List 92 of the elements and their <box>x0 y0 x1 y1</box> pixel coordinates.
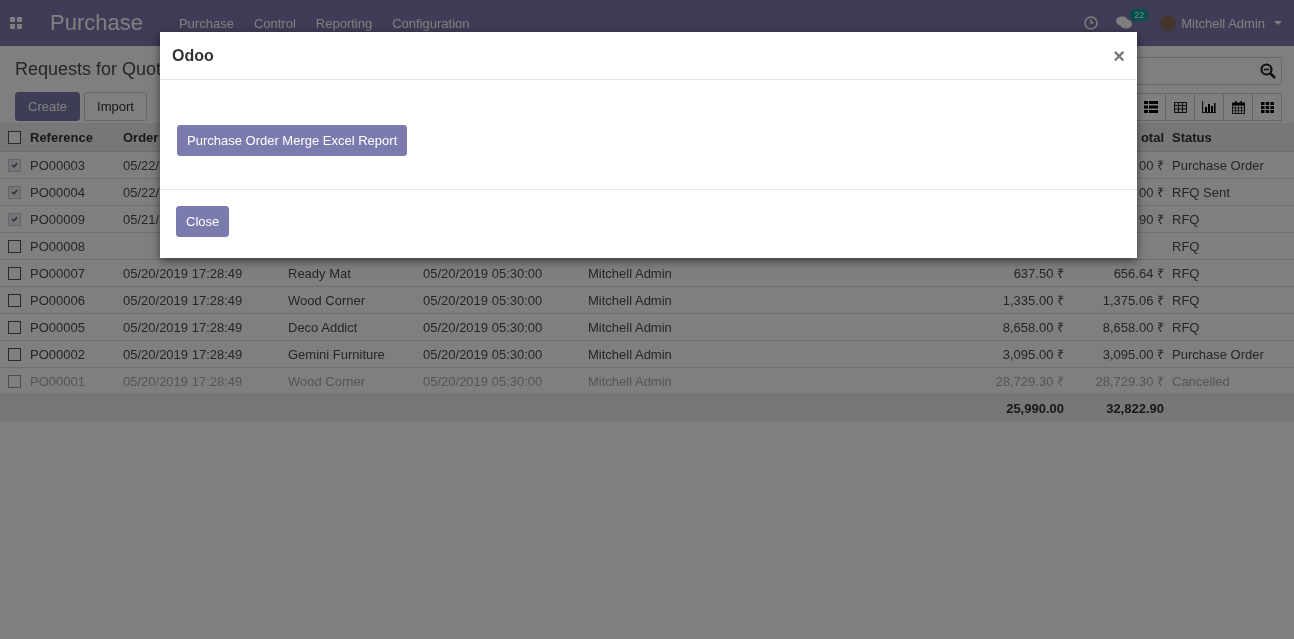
column-header[interactable]: Status <box>1168 129 1216 145</box>
search-icon[interactable] <box>1260 63 1276 79</box>
table-cell-text: 05/20/2019 17:28:49 <box>122 292 244 308</box>
menu-item[interactable]: Reporting <box>315 15 373 31</box>
total-sum: 32,822.90 <box>1105 400 1165 416</box>
table-cell-text: 3,095.00 ₹ <box>1001 346 1065 363</box>
menu-item[interactable]: Configuration <box>392 15 470 31</box>
close-button[interactable]: × <box>1113 45 1125 66</box>
table-cell-text: 05/20/2019 17:28:49 <box>122 346 244 362</box>
user-avatar <box>1160 15 1177 31</box>
table-cell-text: Wood Corner <box>287 292 367 308</box>
table-cell-text: PO00005 <box>29 319 86 335</box>
view-switch-button[interactable] <box>1194 93 1224 121</box>
untaxed-sum: 25,990.00 <box>1005 400 1065 416</box>
table-cell-text: RFQ <box>1171 265 1201 281</box>
table-cell-text: 656.64 ₹ <box>1112 265 1165 282</box>
table-cell-text: 05/20/2019 17:28:49 <box>122 265 244 281</box>
table-cell-text: PO00007 <box>29 265 86 281</box>
menu-item[interactable]: Purchase <box>178 15 234 31</box>
row-checkbox[interactable] <box>8 239 21 253</box>
table-cell-text: 1,375.06 ₹ <box>1101 292 1165 309</box>
row-checkbox[interactable] <box>8 266 21 280</box>
table-cell-text: 05/22/ <box>122 157 161 173</box>
menu-item[interactable]: Control <box>253 15 296 31</box>
check-icon <box>11 216 18 222</box>
row-checkbox[interactable] <box>8 374 21 388</box>
table-cell-text: RFQ <box>1171 211 1201 227</box>
check-icon <box>11 162 18 168</box>
bar-chart-icon <box>1202 101 1216 113</box>
table-cell-text: Gemini Furniture <box>287 346 386 362</box>
page-title: Requests for Quot <box>15 59 162 80</box>
table-cell-text: 05/22/ <box>122 184 161 200</box>
caret-icon[interactable] <box>1274 21 1282 25</box>
view-switch-button[interactable] <box>1136 93 1166 121</box>
table-cell-text: 05/20/2019 05:30:00 <box>422 319 544 335</box>
table-cell-text: PO00002 <box>29 346 86 362</box>
table-cell-text: 8,658.00 ₹ <box>1001 319 1065 336</box>
dialog-title: Odoo <box>172 46 214 65</box>
column-header[interactable]: otal <box>1136 129 1168 145</box>
table-cell-text: 8,658.00 ₹ <box>1101 319 1165 336</box>
clock-icon[interactable] <box>1084 16 1099 30</box>
table-cell-text: Deco Addict <box>287 319 359 335</box>
table-cell-text: RFQ <box>1171 319 1201 335</box>
table-cell-text: 00 ₹ <box>1137 184 1165 201</box>
table-cell-text: Purchase Order <box>1171 346 1265 362</box>
table-cell-text: 90 ₹ <box>1137 211 1165 228</box>
app-title: Purchase <box>50 10 143 36</box>
list-view-icon <box>1144 101 1158 113</box>
table-cell-text: Mitchell Admin <box>587 265 673 281</box>
create-button[interactable]: Create <box>15 92 81 121</box>
user-name[interactable]: Mitchell Admin <box>1181 15 1265 31</box>
table-cell-text: 05/20/2019 05:30:00 <box>422 265 544 281</box>
calendar-icon <box>1231 100 1245 114</box>
row-checkbox[interactable] <box>8 320 21 334</box>
table-cell-text: 05/20/2019 05:30:00 <box>422 346 544 362</box>
table-cell-text: Mitchell Admin <box>587 292 673 308</box>
table-cell-text: 05/20/2019 17:28:49 <box>122 319 244 335</box>
view-switch-button[interactable] <box>1252 93 1282 121</box>
report-button[interactable]: Purchase Order Merge Excel Report <box>177 125 408 156</box>
table-cell-text: PO00009 <box>29 211 86 227</box>
import-button[interactable]: Import <box>84 92 147 121</box>
table-cell-text: RFQ Sent <box>1171 184 1231 200</box>
message-count-badge: 22 <box>1130 9 1149 21</box>
table-cell-text: RFQ <box>1171 238 1201 254</box>
table-icon <box>1173 101 1187 113</box>
chat-icon[interactable] <box>1116 16 1133 30</box>
column-header[interactable]: Reference <box>26 129 97 145</box>
table-cell-text: PO00004 <box>29 184 86 200</box>
row-checkbox[interactable] <box>8 347 21 361</box>
column-header[interactable]: Order <box>119 129 163 145</box>
table-cell-text: RFQ <box>1171 292 1201 308</box>
row-checkbox[interactable] <box>8 293 21 307</box>
table-cell-text: 05/20/2019 05:30:00 <box>422 292 544 308</box>
table-cell-text: Mitchell Admin <box>587 346 673 362</box>
table-cell-text: 05/21/ <box>122 211 161 227</box>
table-cell-text: Ready Mat <box>287 265 352 281</box>
apps-menu-icon[interactable] <box>10 17 22 29</box>
table-cell-text: 3,095.00 ₹ <box>1101 346 1165 363</box>
table-cell-text: Mitchell Admin <box>587 319 673 335</box>
table-cell-text: PO00006 <box>29 292 86 308</box>
table-cell-text: 1,335.00 ₹ <box>1001 292 1065 309</box>
table-cell-text: Purchase Order <box>1171 157 1265 173</box>
close-dialog-button[interactable]: Close <box>176 206 230 237</box>
check-icon <box>11 189 18 195</box>
table-cell-text: 637.50 ₹ <box>1012 265 1065 282</box>
table-cell-text: 00 ₹ <box>1137 157 1165 174</box>
view-switch-button[interactable] <box>1223 93 1253 121</box>
table-cell-text: PO00003 <box>29 157 86 173</box>
view-switch-button[interactable] <box>1165 93 1195 121</box>
table-cell-text: PO00008 <box>29 238 86 254</box>
kanban-grid-icon <box>1260 101 1274 113</box>
select-all-checkbox[interactable] <box>8 130 21 144</box>
